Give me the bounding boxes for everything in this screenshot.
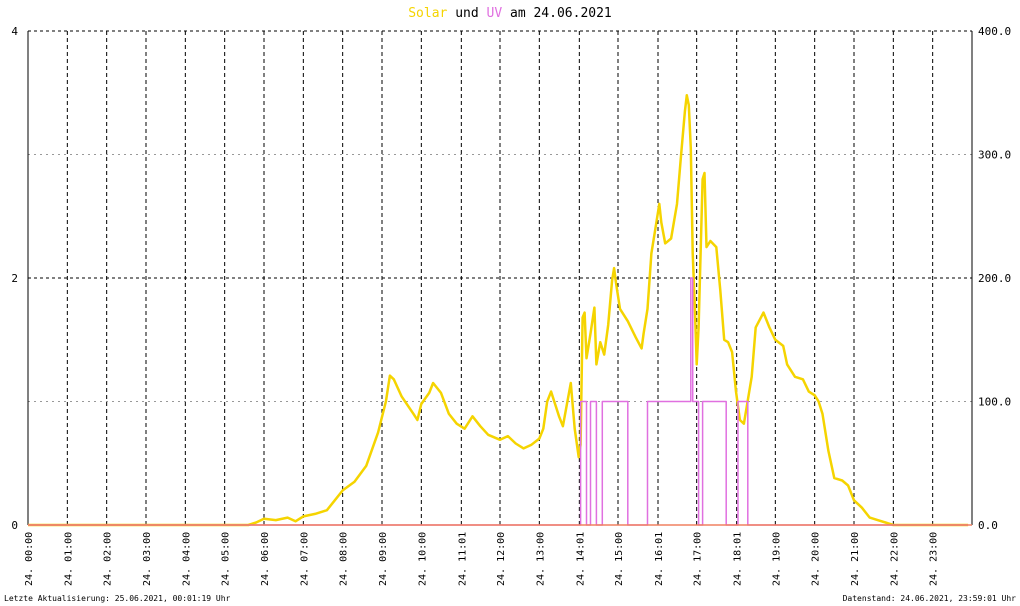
x-tick-label: 24. 22:00 — [889, 532, 900, 586]
x-tick-label: 24. 23:00 — [929, 532, 940, 586]
x-tick-label: 24. 21:00 — [850, 532, 861, 586]
y-right-tick-label: 300.0 — [978, 149, 1011, 162]
x-tick-label: 24. 04:00 — [181, 532, 192, 586]
footer-last-update: Letzte Aktualisierung: 25.06.2021, 00:01… — [4, 594, 231, 603]
chart: Solar und UV am 24.06.2021 0 2 4 0.0 100.0 20… — [4, 6, 1017, 603]
x-tick-label: 24. 01:00 — [63, 532, 74, 586]
x-tick-label: 24. 16:01 — [654, 532, 665, 586]
x-tick-label: 24. 20:00 — [811, 532, 822, 586]
series-solar-line — [28, 93, 969, 527]
x-tick-label: 24. 05:00 — [221, 532, 232, 586]
x-tick-label: 24. 10:00 — [417, 532, 428, 586]
grid — [27, 30, 972, 525]
y-left-tick-label: 4 — [11, 25, 18, 38]
x-tick-label: 24. 06:00 — [260, 532, 271, 586]
x-tick-label: 24. 12:00 — [496, 532, 507, 586]
footer-data-timestamp: Datenstand: 24.06.2021, 23:59:01 Uhr — [843, 594, 1017, 603]
x-tick-label: 24. 15:00 — [614, 532, 625, 586]
title-part-2: UV — [487, 6, 503, 21]
x-tick-label: 24. 07:00 — [299, 532, 310, 586]
y-left-tick-label: 2 — [11, 272, 18, 285]
chart-title: Solar und UV am 24.06.2021 — [408, 6, 612, 21]
y-right-tick-label: 100.0 — [978, 396, 1011, 409]
y-right-tick-label: 0.0 — [978, 519, 998, 532]
title-part-1: und — [447, 6, 486, 21]
title-part-0: Solar — [408, 6, 447, 21]
x-tick-label: 24. 03:00 — [142, 532, 153, 586]
x-tick-label: 24. 17:00 — [693, 532, 704, 586]
y-left-tick-label: 0 — [11, 519, 18, 532]
y-right-tick-label: 400.0 — [978, 25, 1011, 38]
x-tick-label: 24. 13:00 — [535, 532, 546, 586]
x-tick-label: 24. 18:01 — [733, 532, 744, 586]
x-tick-label: 24. 02:00 — [103, 532, 114, 586]
x-tick-label: 24. 11:01 — [457, 532, 468, 586]
x-tick-label: 24. 19:00 — [771, 532, 782, 586]
x-tick-label: 24. 00:00 — [24, 532, 35, 586]
title-part-3: am 24.06.2021 — [502, 6, 612, 21]
x-tick-label: 24. 09:00 — [378, 532, 389, 586]
y-right-tick-label: 200.0 — [978, 272, 1011, 285]
tick-labels: 0 2 4 0.0 100.0 200.0 300.0 400.0 24. 00:00 24. 0… — [11, 25, 1011, 586]
x-tick-label: 24. 14:01 — [575, 532, 586, 586]
x-tick-label: 24. 08:00 — [339, 532, 350, 586]
